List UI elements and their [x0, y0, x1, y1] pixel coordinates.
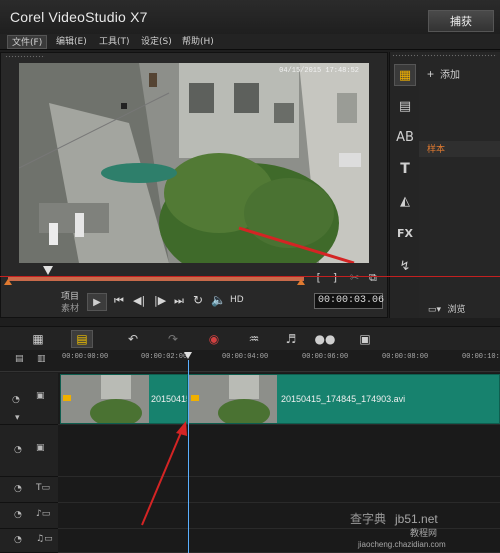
watermark-logo: 查字典: [350, 510, 386, 527]
watermark-text: 查字典: [350, 512, 387, 526]
videostudio-window: Corel VideoStudio X7 捕获 文件(F) 编辑(E) 工具(T…: [0, 0, 500, 553]
watermark-url: jiaocheng.chazidian.com: [358, 540, 446, 549]
annotation-arrow: [141, 421, 187, 526]
watermark-caption: 教程网: [410, 528, 438, 538]
watermark-text: jb51.net: [395, 512, 438, 526]
watermark-site: jb51.net: [395, 512, 438, 526]
